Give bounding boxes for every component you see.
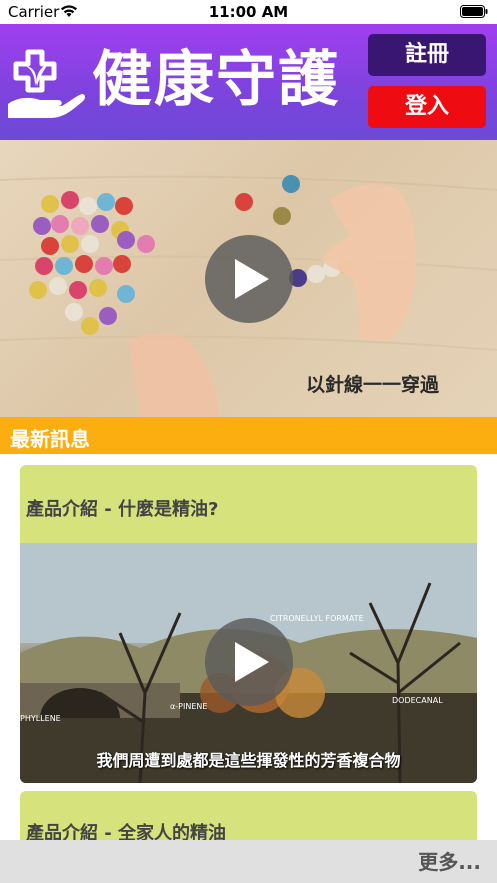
play-icon bbox=[235, 642, 269, 682]
more-bar: 更多... bbox=[0, 840, 497, 883]
news-card-title[interactable]: 產品介紹 - 什麼是精油? bbox=[26, 495, 218, 521]
hero-video-caption: 以針線一一穿過 bbox=[306, 374, 440, 396]
battery-icon bbox=[460, 5, 488, 18]
news-section-title: 最新訊息 bbox=[10, 427, 90, 451]
news-section-header: 最新訊息 bbox=[0, 417, 497, 454]
news-card[interactable]: 產品介紹 - 什麼是精油? CITRONELLYL FORMATE DODECA… bbox=[20, 465, 477, 783]
status-bar: Carrier 11:00 AM bbox=[0, 0, 497, 24]
app-title: 健康守護 bbox=[92, 45, 340, 115]
hero-video[interactable]: 以針線一一穿過 bbox=[0, 140, 497, 417]
svg-text:CITRONELLYL FORMATE: CITRONELLYL FORMATE bbox=[270, 614, 364, 623]
clock: 11:00 AM bbox=[208, 3, 289, 21]
hero-play-button[interactable] bbox=[205, 235, 293, 323]
svg-text:DODECANAL: DODECANAL bbox=[392, 696, 443, 705]
app-header: 健康守護 註冊 登入 bbox=[0, 24, 497, 140]
news-card-video[interactable]: CITRONELLYL FORMATE DODECANAL PHYLLENE α… bbox=[20, 543, 477, 783]
more-link[interactable]: 更多... bbox=[418, 846, 481, 875]
news-card-play-button[interactable] bbox=[205, 618, 293, 706]
news-card-video-subtitle: 我們周遭到處都是這些揮發性的芳香複合物 bbox=[96, 751, 401, 770]
svg-text:α-PINENE: α-PINENE bbox=[170, 702, 207, 711]
register-button[interactable]: 註冊 bbox=[368, 34, 486, 76]
play-icon bbox=[235, 259, 269, 299]
svg-text:PHYLLENE: PHYLLENE bbox=[20, 714, 61, 723]
health-hand-logo-icon bbox=[8, 49, 85, 118]
login-button[interactable]: 登入 bbox=[368, 86, 486, 128]
